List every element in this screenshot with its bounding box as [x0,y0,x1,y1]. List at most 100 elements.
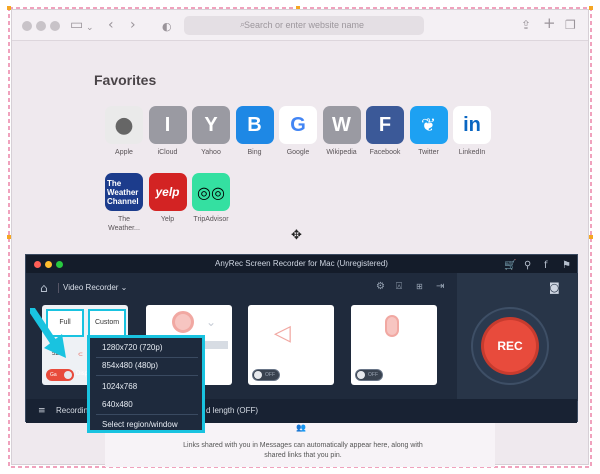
address-bar[interactable]: ⌕ Search or enter website name [184,16,424,35]
favorite-label: Yahoo [201,149,221,156]
twitter-bird-icon: ❦ [420,114,437,136]
settings-gear-icon[interactable]: ⚙ [376,281,385,292]
dropdown-separator [96,375,198,376]
recording-length-label[interactable]: d length (OFF) [206,399,258,423]
favorite-label: LinkedIn [458,149,486,156]
tripadvisor-owl-icon: ◎◎ [197,182,225,202]
chevron-down-icon[interactable]: ⌄ [86,19,94,37]
back-arrow-icon[interactable]: ‹ [108,16,114,34]
favorite-tile-icon: I [148,106,187,144]
favorite-tile-icon: G [279,106,317,144]
recorder-title: AnyRec Screen Recorder for Mac (Unregist… [215,259,388,268]
dropdown-item-480p[interactable]: 854x480 (480p) [102,361,158,370]
favorite-label: Facebook [369,149,401,156]
tab-overview-icon[interactable]: ❐ [565,16,576,34]
dropdown-item-select-region[interactable]: Select region/window [102,420,178,429]
favorite-linkedin[interactable]: in LinkedIn [450,106,494,157]
display-toggle[interactable]: Ga [46,369,74,381]
mouse-icon[interactable]: ⍓ [396,281,402,292]
favorite-icloud[interactable]: IiCloud [146,106,190,157]
favorite-twitter[interactable]: ❦ Twitter [407,106,451,157]
pointer-arrow-icon [30,308,66,358]
microphone-off-label: OFF [368,372,378,378]
display-toggle-text: Ga [50,372,57,378]
dropdown-item-720p[interactable]: 1280x720 (720p) [102,343,163,352]
toggle-knob [357,371,365,379]
favorites-title: Favorites [94,72,157,88]
dropdown-item-640x480[interactable]: 640x480 [102,400,133,409]
export-icon[interactable]: ⇥ [436,281,444,292]
sidebar-icon[interactable]: ▭ [70,16,83,34]
favorite-label: Yelp [160,216,175,223]
menu-icon[interactable]: ≡ [38,399,46,423]
dropdown-separator [96,357,198,358]
mode-label: Video Recorder [63,283,119,292]
recorder-nav: ⌂ Video Recorder ⌄ ⚙ ⍓ ⊞ ⇥ [26,273,456,303]
home-icon[interactable]: ⌂ [40,281,48,295]
recording-history-label[interactable]: Recordin [56,399,88,423]
favorite-the-weather[interactable]: The Weather Channel The Weather... [102,173,146,233]
speaker-icon: ◁ [274,321,291,346]
rec-button[interactable]: REC [471,307,549,385]
zoom-window-button[interactable] [50,21,60,31]
favorite-label: iCloud [157,149,178,156]
forward-arrow-icon[interactable]: › [130,16,136,34]
favorite-tripadvisor[interactable]: ◎◎ TripAdvisor [189,173,233,224]
people-icon: 👥 [296,423,306,432]
favorite-label: Wikipedia [326,149,357,156]
system-sound-toggle[interactable]: OFF [252,369,280,381]
system-sound-label: System sound [284,371,323,377]
favorite-tile-icon: The Weather Channel [105,173,143,211]
search-icon: ⌕ [240,20,246,30]
favorite-tile-icon: ● [105,106,143,144]
messages-text: Links shared with you in Messages can au… [183,442,423,459]
share-icon[interactable]: ⇪ [521,16,531,34]
f8-hotkey-icon[interactable]: ⊞ [416,282,423,291]
dropdown-separator [96,414,198,415]
favorite-tile-icon: ◎◎ [192,173,230,211]
recorder-minimize-button[interactable] [45,261,52,268]
favorite-tile-icon: F [366,106,404,144]
favorite-label: Bing [247,149,262,156]
favorite-label: TripAdvisor [193,216,229,223]
microphone-label: Microphone [387,371,419,377]
webcam-icon [172,311,194,333]
custom-button[interactable]: Custom [88,309,126,337]
toggle-knob [64,371,72,379]
favorite-label: The Weather... [108,216,140,232]
favorite-tile-icon: B [235,106,274,144]
link-icon[interactable]: ⊂ [78,351,83,358]
microphone-toggle[interactable]: OFF [355,369,383,381]
chevron-down-icon[interactable]: ⌄ [206,315,216,329]
favorite-tile-icon: Y [192,106,230,144]
favorite-label: Google [286,149,310,156]
dropdown-item-1024x768[interactable]: 1024x768 [102,382,137,391]
address-placeholder: Search or enter website name [243,20,365,30]
favorite-wikipedia[interactable]: W Wikipedia [320,106,364,157]
new-tab-icon[interactable]: + [543,14,556,32]
favorite-tile-icon: ❦ [409,106,448,144]
favorite-yahoo[interactable]: Y Yahoo [189,106,233,157]
mode-selector[interactable]: Video Recorder ⌄ [63,283,127,292]
system-sound-off-label: OFF [265,372,275,378]
custom-label: Custom [94,319,120,326]
recorder-title-bar: AnyRec Screen Recorder for Mac (Unregist… [26,255,577,273]
browser-toolbar: ▭ ⌄ ‹ › ◐ ⌕ Search or enter website name… [12,10,588,41]
resolution-dropdown: 1280x720 (720p) 854x480 (480p) 1024x768 … [87,335,205,433]
favorite-tile-icon: in [453,106,491,144]
favorite-label: Apple [115,149,133,156]
shield-icon[interactable]: ◐ [162,18,172,36]
favorite-google[interactable]: G Google [276,106,320,157]
close-window-button[interactable] [22,21,32,31]
favorite-yelp[interactable]: yelp Yelp [146,173,190,224]
favorite-apple[interactable]: ● Apple [102,106,146,157]
camera-icon[interactable]: ◙ [549,281,560,294]
recorder-zoom-button[interactable] [56,261,63,268]
favorite-label: Twitter [418,149,439,156]
recorder-close-button[interactable] [34,261,41,268]
microphone-icon [385,315,399,337]
favorite-bing[interactable]: B Bing [233,106,277,157]
minimize-window-button[interactable] [36,21,46,31]
favorite-facebook[interactable]: F Facebook [363,106,407,157]
toggle-knob [254,371,262,379]
